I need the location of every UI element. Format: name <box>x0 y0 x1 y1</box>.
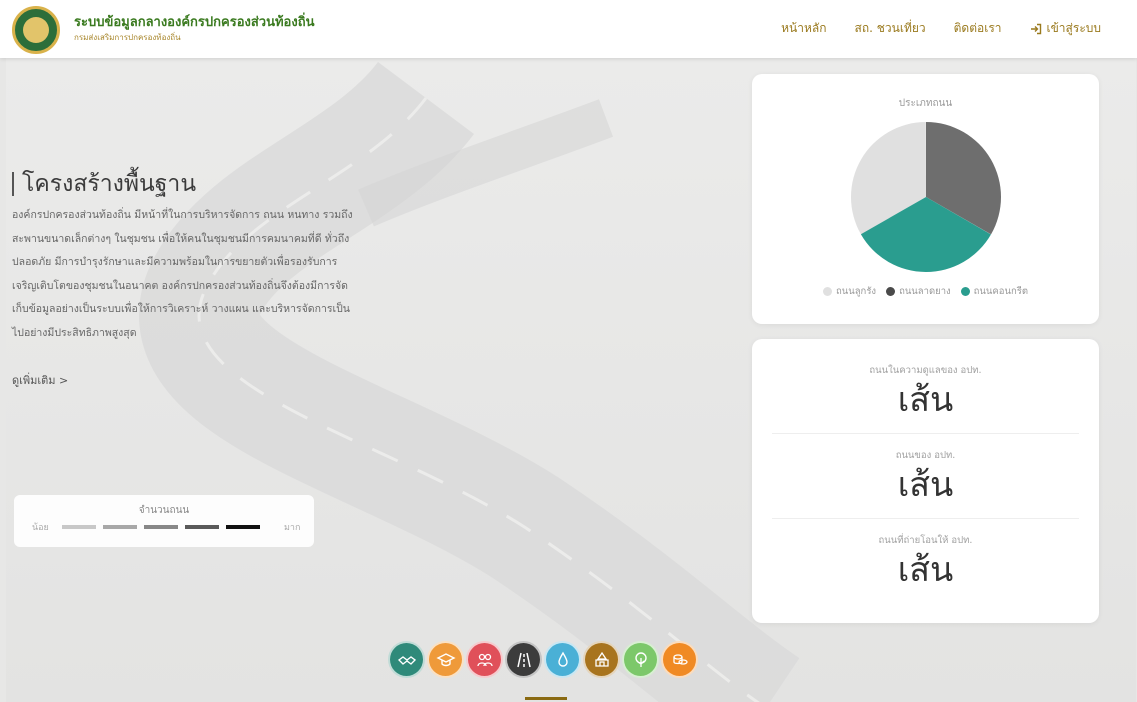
pie-chart-title: ประเภทถนน <box>898 98 953 109</box>
legend-label-asphalt: ถนนลาดยาง <box>899 286 951 297</box>
stat-label: ถนนของ อปท. <box>895 450 956 461</box>
legend-dot-laterite <box>823 287 832 296</box>
stat-label: ถนนที่ถ่ายโอนให้ อปท. <box>878 535 973 546</box>
legend-swatch-0 <box>62 525 96 529</box>
handshake-icon <box>397 655 416 665</box>
category-environment[interactable] <box>622 641 659 678</box>
legend-swatch-3 <box>185 525 219 529</box>
people-icon <box>476 653 493 666</box>
section-title: โครงสร้างพื้นฐาน <box>12 166 196 202</box>
department-logo[interactable] <box>12 6 60 54</box>
login-icon <box>1030 23 1041 34</box>
stat-value: เส้น <box>897 465 954 505</box>
legend-dot-concrete <box>960 287 970 296</box>
stat-label: ถนนในความดูแลของ อปท. <box>869 365 982 376</box>
active-category-indicator <box>525 697 567 700</box>
nav-contact-label: ติดต่อเรา <box>953 21 1002 35</box>
top-header: ระบบข้อมูลกลางองค์กรปกครองส่วนท้องถิ่น ก… <box>0 0 1137 58</box>
stat-roads-in-care: ถนนในความดูแลของ อปท. เส้น <box>772 363 1079 420</box>
stat-divider <box>772 518 1079 519</box>
section-description: องค์กรปกครองส่วนท้องถิ่น มีหน้าที่ในการบ… <box>12 209 353 339</box>
nav-contact[interactable]: ติดต่อเรา <box>954 19 1002 38</box>
title-accent-bar <box>12 172 14 196</box>
category-education[interactable] <box>427 641 464 678</box>
legend-swatch-2 <box>144 525 178 529</box>
stat-lao-roads: ถนนของ อปท. เส้น <box>772 448 1079 505</box>
legend-low-label: น้อย <box>32 523 49 533</box>
section-title-text: โครงสร้างพื้นฐาน <box>22 171 197 197</box>
pie-legend: ถนนลูกรัง ถนนลาดยาง ถนนคอนกรีต <box>752 284 1099 299</box>
site-subtitle: กรมส่งเสริมการปกครองท้องถิ่น <box>74 33 181 42</box>
legend-swatch-4 <box>226 525 260 529</box>
nav-home-label: หน้าหลัก <box>781 21 827 35</box>
read-more-link[interactable]: ดูเพิ่มเติม > <box>12 371 68 389</box>
coins-icon <box>672 653 688 665</box>
main-nav: หน้าหลัก สถ. ชวนเที่ยว ติดต่อเรา เข้าสู่… <box>753 19 1101 38</box>
road-stats-card: ถนนในความดูแลของ อปท. เส้น ถนนของ อปท. เ… <box>752 339 1099 623</box>
legend-label-laterite: ถนนลูกรัง <box>836 286 877 297</box>
road-icon <box>516 652 531 667</box>
category-culture[interactable] <box>583 641 620 678</box>
nav-travel-label: สถ. ชวนเที่ยว <box>854 21 926 35</box>
category-water[interactable] <box>544 641 581 678</box>
legend-label-concrete: ถนนคอนกรีต <box>973 286 1028 297</box>
category-welfare[interactable] <box>388 641 425 678</box>
legend-dot-asphalt <box>886 287 896 296</box>
nav-login[interactable]: เข้าสู่ระบบ <box>1030 19 1102 38</box>
nav-travel[interactable]: สถ. ชวนเที่ยว <box>855 19 926 38</box>
logo-emblem <box>23 17 49 43</box>
stat-divider <box>772 433 1079 434</box>
road-type-card: ประเภทถนน ถนนลูกรัง ถนนลาดยาง ถนนคอนกรีต <box>752 74 1099 324</box>
site-title[interactable]: ระบบข้อมูลกลางองค์กรปกครองส่วนท้องถิ่น <box>74 11 314 32</box>
water-drop-icon <box>557 651 568 667</box>
road-count-legend: จำนวนถนน น้อย มาก <box>14 495 314 547</box>
category-infrastructure[interactable] <box>505 641 542 678</box>
pie-legend-item-laterite[interactable]: ถนนลูกรัง <box>823 284 876 299</box>
stat-transferred-roads: ถนนที่ถ่ายโอนให้ อปท. เส้น <box>772 533 1079 590</box>
nav-login-label: เข้าสู่ระบบ <box>1046 21 1102 35</box>
stat-value: เส้น <box>897 550 954 590</box>
graduation-cap-icon <box>435 652 456 666</box>
stat-value: เส้น <box>897 380 954 420</box>
legend-title: จำนวนถนน <box>138 505 190 516</box>
category-finance[interactable] <box>661 641 698 678</box>
category-population[interactable] <box>466 641 503 678</box>
tree-icon <box>634 651 647 667</box>
legend-scale <box>62 525 267 529</box>
pie-legend-item-concrete[interactable]: ถนนคอนกรีต <box>960 284 1028 299</box>
pie-legend-item-asphalt[interactable]: ถนนลาดยาง <box>886 284 951 299</box>
temple-icon <box>594 651 609 667</box>
category-icon-bar <box>388 641 700 678</box>
road-type-pie-chart <box>851 122 1001 272</box>
legend-high-label: มาก <box>284 523 301 533</box>
nav-home[interactable]: หน้าหลัก <box>781 19 826 38</box>
legend-swatch-1 <box>103 525 137 529</box>
